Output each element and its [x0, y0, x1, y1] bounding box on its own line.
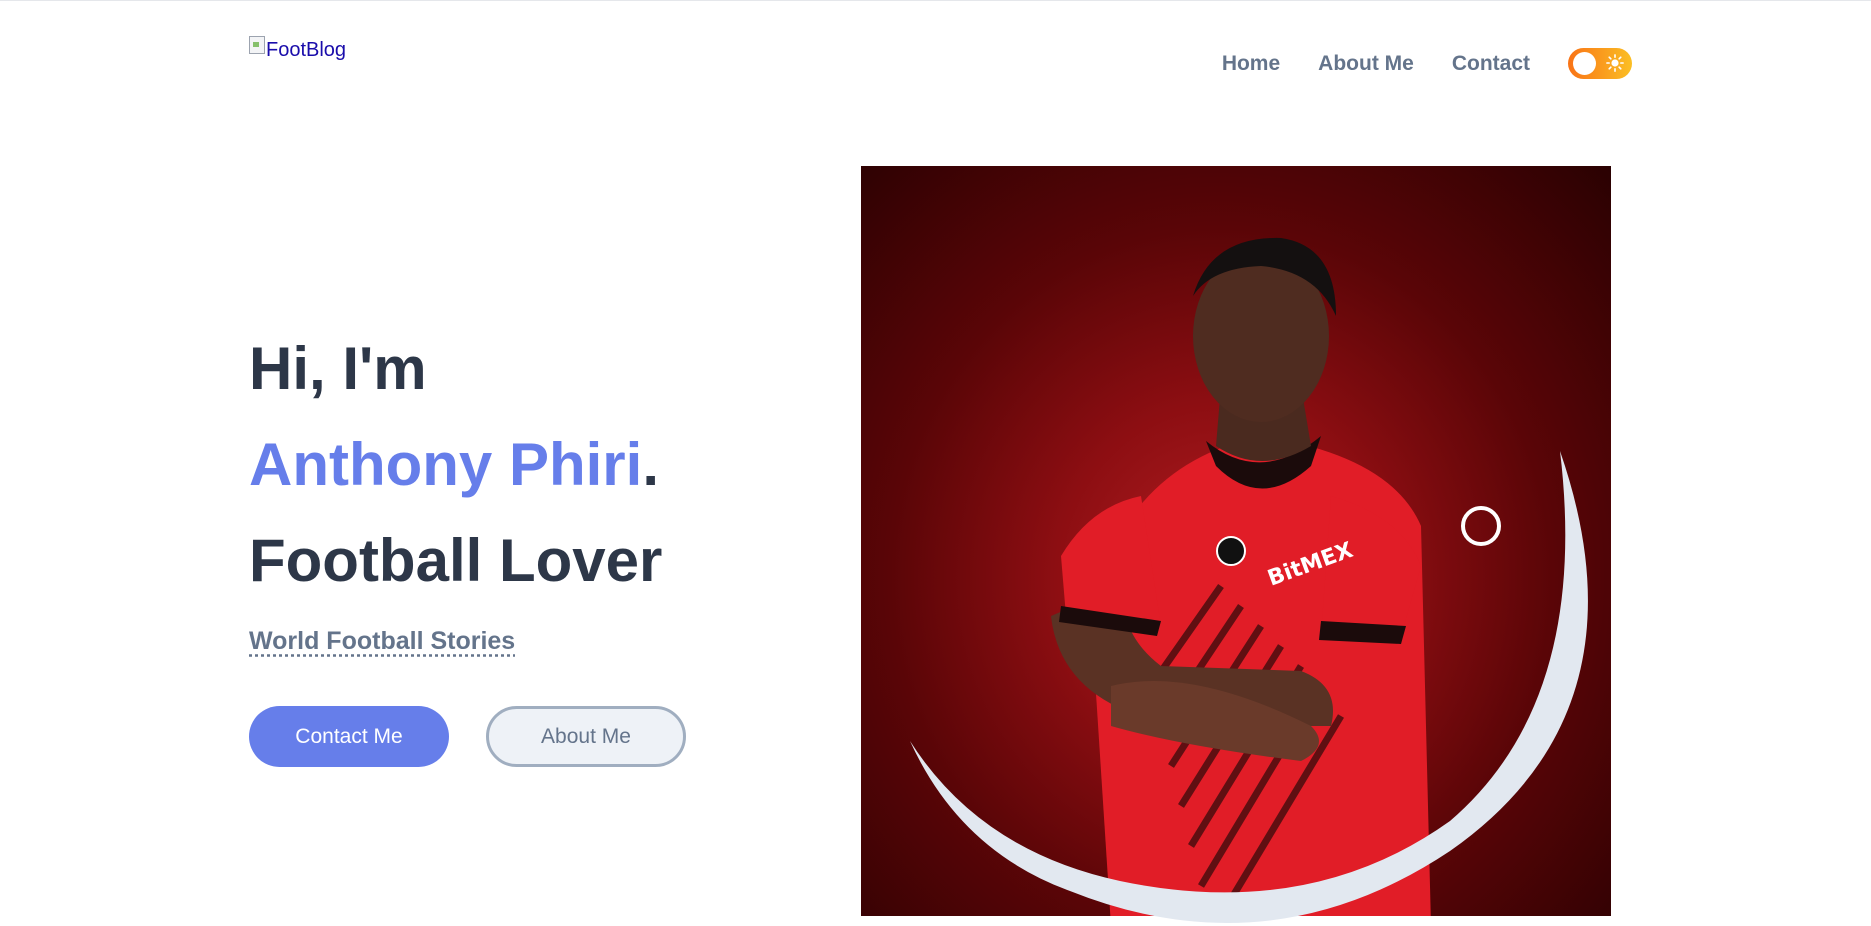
broken-image-icon — [249, 35, 265, 54]
nav-about[interactable]: About Me — [1318, 52, 1414, 76]
theme-toggle[interactable] — [1568, 48, 1632, 79]
hero-greeting: Hi, I'm — [249, 335, 427, 402]
hero-name: Anthony Phiri — [249, 431, 643, 498]
sun-icon — [1606, 54, 1624, 72]
hero-role: Football Lover — [249, 527, 663, 594]
about-me-button[interactable]: About Me — [486, 706, 686, 767]
logo-link[interactable]: FootBlog — [249, 35, 347, 62]
hero-name-suffix: . — [642, 431, 659, 498]
hero-heading: Hi, I'm Anthony Phiri. Football Lover — [249, 321, 662, 609]
nav-home[interactable]: Home — [1222, 52, 1280, 76]
hero-name-line: Anthony Phiri. — [249, 417, 662, 513]
logo-alt-text: FootBlog — [266, 39, 347, 61]
decorative-crescent — [910, 451, 1588, 923]
hero-tagline[interactable]: World Football Stories — [249, 627, 515, 656]
toggle-knob — [1573, 52, 1596, 75]
contact-me-button[interactable]: Contact Me — [249, 706, 449, 767]
main-nav: Home About Me Contact — [1184, 48, 1632, 79]
nav-contact[interactable]: Contact — [1452, 52, 1530, 76]
